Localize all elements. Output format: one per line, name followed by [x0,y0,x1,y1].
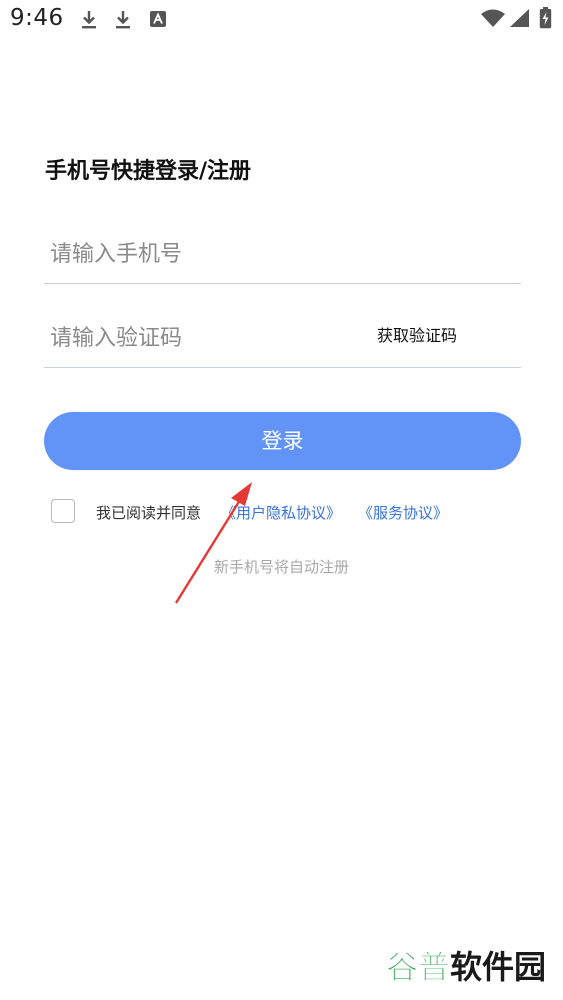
get-code-button[interactable]: 获取验证码 [377,322,457,346]
verification-code-field: 获取验证码 [44,305,521,368]
login-button[interactable]: 登录 [44,412,521,470]
auto-register-hint: 新手机号将自动注册 [213,558,349,576]
wifi-icon [481,9,505,27]
page-title: 手机号快捷登录/注册 [45,159,252,184]
status-bar: 9:46 [0,0,563,40]
cell-signal-icon [510,9,529,27]
service-agreement-link[interactable]: 《服务协议》 [358,502,448,523]
watermark-logo: 谷普 软件园 [384,940,552,990]
status-time: 9:46 [10,5,64,31]
verification-code-input[interactable] [50,323,350,353]
agreement-row: 我已阅读并同意 《用户隐私协议》 《服务协议》 [51,499,531,525]
download-icon [82,11,96,29]
svg-text:软件园: 软件园 [450,948,546,986]
phone-input[interactable] [50,239,350,269]
download-icon [116,11,130,29]
phone-field [44,221,521,284]
annotation-arrow-icon [174,482,252,604]
font-app-icon [150,11,166,27]
agreement-checkbox[interactable] [51,499,75,523]
battery-charging-icon [539,7,552,29]
svg-text:谷普: 谷普 [386,948,450,986]
